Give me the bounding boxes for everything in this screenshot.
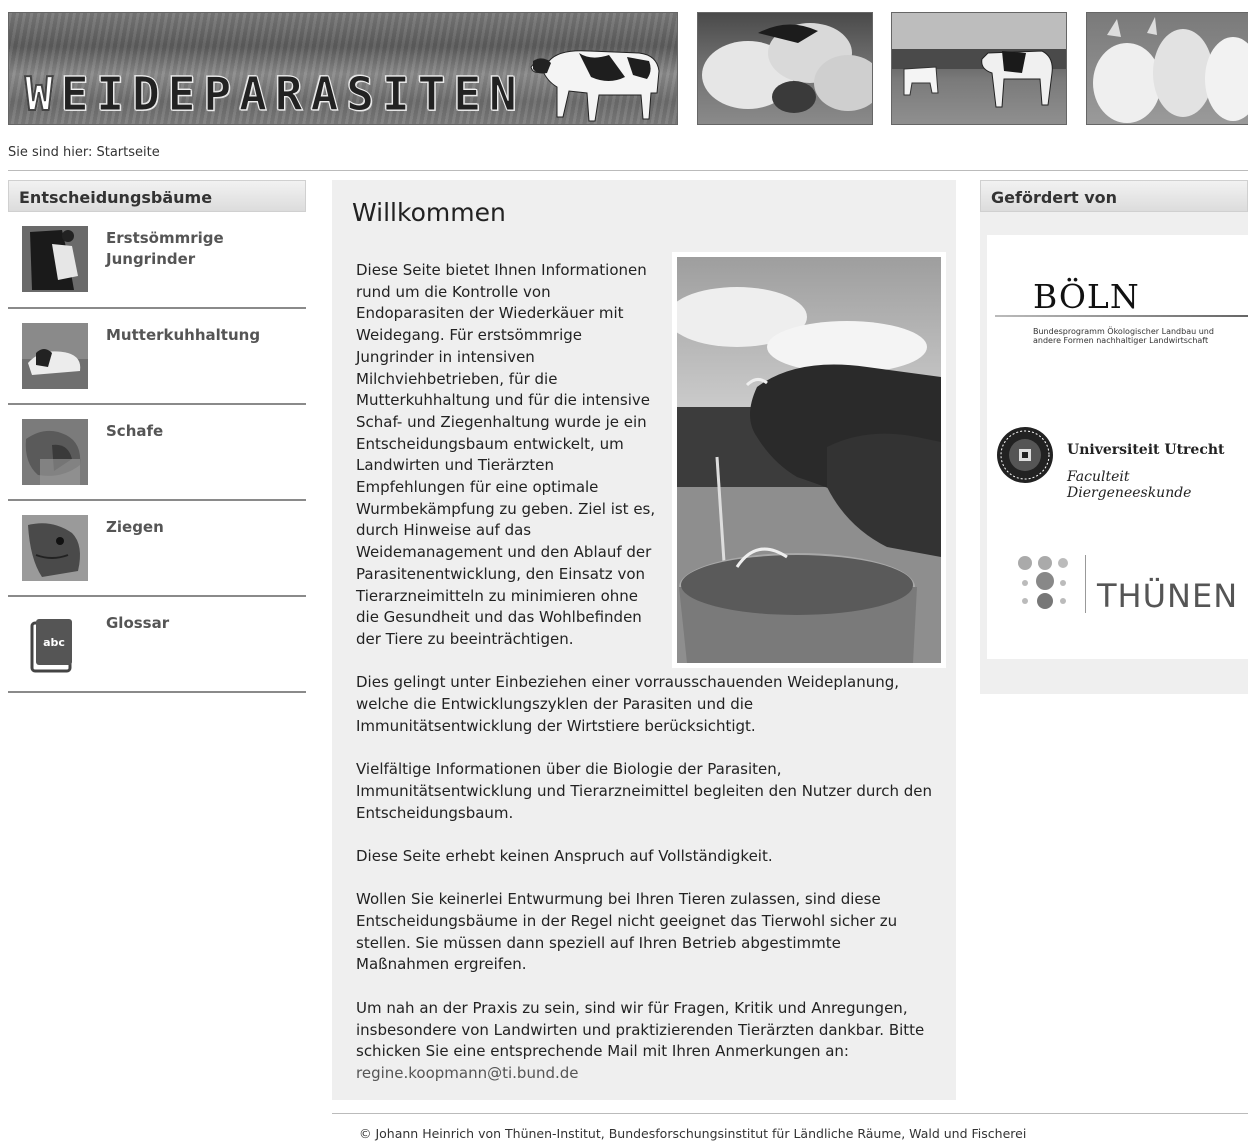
contact-email-link[interactable]: regine.koopmann@ti.bund.de [356,1064,579,1082]
cow-photo [530,50,660,122]
breadcrumb: Sie sind hier: Startseite [8,145,160,160]
nav-label: Erstsömmrige Jungrinder [106,229,224,268]
utrecht-seal-icon [997,427,1053,483]
calf-photo-icon [22,323,88,389]
nav-item-mutterkuhhaltung[interactable]: Mutterkuhhaltung [8,309,306,405]
sponsors-panel: Gefördert von BÖLN Bundesprogramm Ökolog… [980,180,1248,694]
main-content: Willkommen Diese Seite bietet Ihnen Info… [332,180,956,1100]
nav-label: Glossar [106,614,170,632]
goats-header-photo [1086,12,1248,125]
utrecht-name: Universiteit Utrecht [1067,442,1225,458]
nav-item-glossar[interactable]: abc Glossar [8,597,306,693]
decision-tree-nav: Entscheidungsbäume Erstsömmrige Jungrind… [8,180,306,693]
nav-label: Schafe [106,422,164,440]
page-title: Willkommen [352,198,506,227]
intro-paragraph: Diese Seite bietet Ihnen Informationen r… [356,261,656,648]
utrecht-faculty: Faculteit Diergeneeskunde [1067,469,1192,501]
nav-item-ziegen[interactable]: Ziegen [8,501,306,597]
abc-book-icon: abc [30,619,72,673]
sheep-header-photo [697,12,873,125]
site-title: WEIDEPARASITEN [24,66,525,122]
footer-divider [332,1113,1248,1114]
svg-text:abc: abc [43,636,65,649]
paragraph-weideplanung: Dies gelingt unter Einbeziehen einer vor… [356,673,900,735]
breadcrumb-divider [8,170,1248,171]
contact-text: Um nah an der Praxis zu sein, sind wir f… [356,998,925,1061]
paragraph-entwurmung: Wollen Sie keinerlei Entwurmung bei Ihre… [356,890,898,974]
sponsors-heading: Gefördert von [980,180,1248,212]
footer-copyright: © Johann Heinrich von Thünen-Institut, B… [359,1126,1027,1141]
nav-label: Ziegen [106,518,164,536]
sponsor-logos: BÖLN Bundesprogramm Ökologischer Landbau… [987,235,1248,659]
nav-item-jungrinder[interactable]: Erstsömmrige Jungrinder [8,212,306,309]
nav-heading: Entscheidungsbäume [8,180,306,212]
nav-item-schafe[interactable]: Schafe [8,405,306,501]
paragraph-informationen: Vielfältige Informationen über die Biolo… [356,760,932,822]
paragraph-vollstaendigkeit: Diese Seite erhebt keinen Anspruch auf V… [356,846,773,865]
boln-subtitle: Bundesprogramm Ökologischer Landbau und … [1033,327,1214,345]
thuenen-dots-icon [1018,556,1068,609]
thuenen-name: THÜNEN [1097,577,1239,615]
header-banner[interactable]: WEIDEPARASITEN [8,12,678,125]
nav-label: Mutterkuhhaltung [106,326,261,344]
cows-header-photo [891,12,1067,125]
boln-name: BÖLN [1033,277,1140,316]
sheep-photo-icon [22,419,88,485]
thuenen-divider [1085,555,1086,613]
boln-divider [995,315,1248,317]
cow-photo-icon [22,226,88,292]
paragraph-kontakt: Um nah an der Praxis zu sein, sind wir f… [356,998,946,1085]
welcome-text: Diese Seite bietet Ihnen Informationen r… [356,260,946,1085]
goat-photo-icon [22,515,88,581]
